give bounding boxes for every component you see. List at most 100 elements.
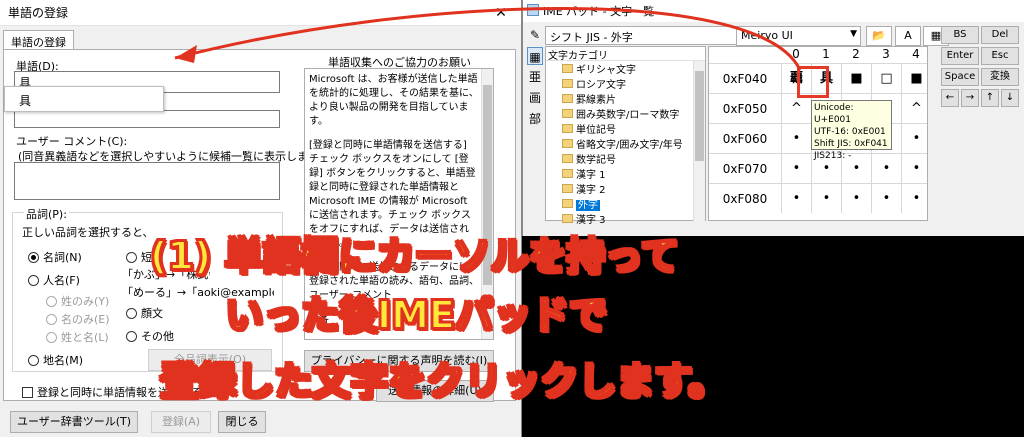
caption-line-3: 登録した文字をクリックします。: [159, 358, 727, 404]
esc-key[interactable]: Esc: [981, 47, 1019, 65]
radio-icon: [46, 331, 57, 343]
folder-icon[interactable]: 📂: [866, 26, 892, 46]
radio-other[interactable]: その他: [126, 328, 174, 344]
caption-line-1: (1) 単語欄にカーソルを持って: [149, 233, 680, 279]
reading-input[interactable]: [14, 110, 280, 128]
font-size-icon[interactable]: A: [895, 26, 921, 46]
char-list-tool-icon[interactable]: ▦: [527, 47, 543, 65]
register-button[interactable]: 登録(A): [151, 411, 211, 433]
category-item[interactable]: 外字: [546, 196, 705, 211]
radio-surname-only[interactable]: 姓のみ(Y): [46, 293, 109, 309]
radio-icon: [46, 313, 57, 325]
grid-cell[interactable]: •: [871, 183, 901, 213]
category-label: 囲み英数字/ローマ数字: [576, 110, 680, 121]
radio-face-label: 顔文: [141, 307, 163, 320]
category-label: ロシア文字: [576, 80, 626, 91]
radio-noun-label: 名詞(N): [43, 251, 82, 264]
arrow-right-key[interactable]: →: [961, 89, 979, 107]
close-icon[interactable]: ✕: [481, 5, 521, 21]
scroll-thumb[interactable]: [695, 71, 704, 161]
grid-column-header: 3: [882, 47, 890, 61]
soft-keyboard-tool-icon[interactable]: 亜: [527, 68, 543, 86]
char-tooltip: Unicode: U+E001 UTF-16: 0xE001 Shift JIS…: [811, 100, 892, 161]
category-item[interactable]: 罫線素片: [546, 91, 705, 106]
font-value: Meiryo UI: [741, 29, 793, 42]
category-item[interactable]: ギリシャ文字: [546, 61, 705, 76]
space-key[interactable]: Space: [941, 68, 979, 86]
folder-icon: [562, 154, 573, 163]
grid-cell[interactable]: •: [781, 183, 811, 213]
user-dictionary-tool-button[interactable]: ユーザー辞書ツール(T): [10, 411, 138, 433]
category-item[interactable]: 省略文字/囲み文字/年号: [546, 136, 705, 151]
category-item[interactable]: 漢字 2: [546, 181, 705, 196]
radio-icon: [46, 295, 57, 307]
arrow-left-key[interactable]: ←: [941, 89, 959, 107]
radio-full-name[interactable]: 姓と名(L): [46, 329, 109, 345]
category-item[interactable]: 漢字 3: [546, 211, 705, 226]
grid-cell[interactable]: ■: [901, 63, 927, 93]
category-list[interactable]: 文字カテゴリ ギリシャ文字 ロシア文字 罫線素片 囲み英数字/ローマ数字 単位記号 省略文…: [545, 46, 706, 226]
radio-surname-label: 姓のみ(Y): [61, 295, 110, 308]
category-item[interactable]: 単位記号: [546, 121, 705, 136]
arrow-down-key[interactable]: ↓: [1001, 89, 1019, 107]
close-button[interactable]: 閉じる: [218, 411, 266, 433]
tooltip-line: JIS213: -: [814, 151, 852, 161]
bs-key[interactable]: BS: [941, 26, 979, 44]
grid-row-label: 0xF070: [709, 153, 781, 183]
folder-icon: [562, 109, 573, 118]
tooltip-line: Shift JIS: 0xF041: [814, 139, 888, 149]
tooltip-line: Unicode: U+E001: [814, 103, 854, 125]
category-item[interactable]: 数学記号: [546, 151, 705, 166]
ime-suggestion-popup[interactable]: 具: [4, 86, 164, 112]
radical-tool-icon[interactable]: 部: [527, 110, 543, 128]
folder-icon: [562, 94, 573, 103]
del-key[interactable]: Del: [981, 26, 1019, 44]
enter-key[interactable]: Enter: [941, 47, 979, 65]
grid-cell[interactable]: ■: [841, 63, 871, 93]
arrow-up-key[interactable]: ↑: [981, 89, 999, 107]
stroke-count-tool-icon[interactable]: 画: [527, 89, 543, 107]
grid-cell[interactable]: □: [871, 63, 901, 93]
convert-key[interactable]: 変換: [981, 68, 1019, 86]
chevron-down-icon: ▼: [850, 29, 857, 39]
radio-given-only[interactable]: 名のみ(E): [46, 311, 110, 327]
grid-cell[interactable]: •: [901, 123, 927, 153]
radio-icon: [126, 330, 137, 342]
pos-label: 品詞(P):: [24, 206, 69, 222]
folder-icon: [562, 184, 573, 193]
charset-select[interactable]: シフト JIS - 外字: [545, 26, 737, 45]
tab-word-register[interactable]: 単語の登録: [3, 30, 74, 50]
grid-cell[interactable]: ^: [901, 93, 927, 123]
category-item[interactable]: 囲み英数字/ローマ数字: [546, 106, 705, 121]
category-label: 省略文字/囲み文字/年号: [576, 140, 683, 151]
grid-cell[interactable]: •: [901, 153, 927, 183]
ime-pad-app-icon: [527, 4, 539, 16]
comment-input[interactable]: [14, 162, 280, 200]
handwriting-tool-icon[interactable]: ✎: [527, 26, 543, 44]
radio-person-label: 人名(F): [43, 274, 80, 287]
folder-icon: [562, 124, 573, 133]
pad-titlebar: IME パッド - 文字一覧: [523, 0, 1024, 22]
radio-face[interactable]: 顔文: [126, 305, 163, 321]
grid-cell[interactable]: •: [811, 183, 841, 213]
category-item[interactable]: ロシア文字: [546, 76, 705, 91]
radio-person[interactable]: 人名(F): [28, 272, 80, 288]
grid-cell[interactable]: •: [781, 123, 811, 153]
ime-pad-window: IME パッド - 文字一覧 ✎ ▦ 亜 画 部 シフト JIS - 外字 Me…: [522, 0, 1024, 236]
pos-hint: 正しい品詞を選択すると、より高い: [22, 226, 150, 239]
radio-noun[interactable]: 名詞(N): [28, 249, 82, 265]
grid-cell[interactable]: •: [901, 183, 927, 213]
grid-column-header: 0: [792, 47, 800, 61]
category-item[interactable]: 漢字 1: [546, 166, 705, 181]
font-select[interactable]: Meiryo UI ▼: [736, 26, 861, 46]
grid-row-label: 0xF060: [709, 123, 781, 153]
grid-column-header: 2: [852, 47, 860, 61]
folder-icon: [562, 169, 573, 178]
grid-cell[interactable]: •: [841, 183, 871, 213]
pad-title: IME パッド - 文字一覧: [543, 5, 655, 18]
grid-cell[interactable]: •: [781, 153, 811, 183]
category-scrollbar[interactable]: [693, 61, 705, 221]
radio-place[interactable]: 地名(M): [28, 352, 83, 368]
register-titlebar: 単語の登録 ✕: [0, 0, 521, 26]
grid-row-label: 0xF040: [709, 63, 781, 93]
